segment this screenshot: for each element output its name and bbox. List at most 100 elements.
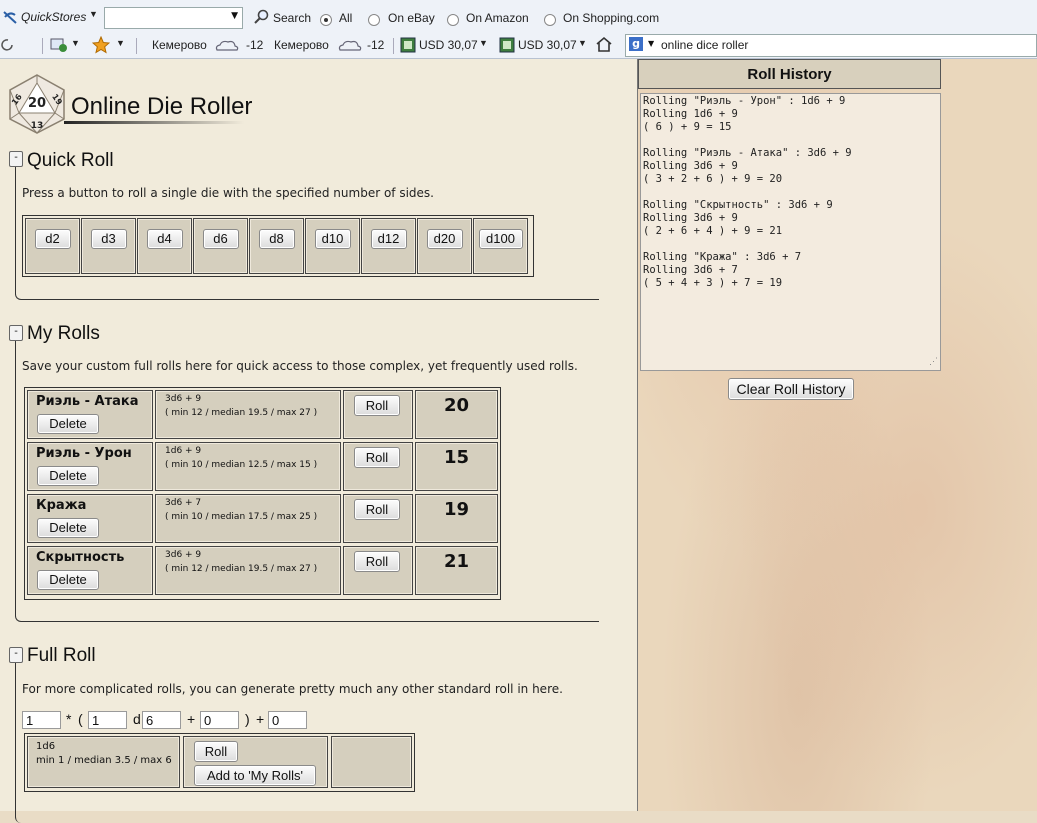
- web-search-query[interactable]: online dice roller: [661, 38, 748, 52]
- quick-roll-collapse-button[interactable]: -: [9, 151, 23, 167]
- weather-temp: -12: [367, 38, 385, 52]
- screenshot-icon[interactable]: [50, 37, 68, 56]
- full-roll-result-cell: [331, 736, 412, 788]
- weather-city[interactable]: Кемерово: [152, 38, 207, 52]
- roll-result: 20: [443, 395, 470, 416]
- roll-formula-cell: 3d6 + 7 ( min 10 / median 17.5 / max 25 ): [155, 494, 341, 543]
- history-line: [643, 134, 938, 147]
- roll-history-textarea[interactable]: Rolling "Риэль - Урон" : 1d6 + 9 Rolling …: [640, 93, 941, 371]
- currency-rate[interactable]: USD 30,07: [419, 38, 478, 52]
- full-roll-formula: 1d6: [36, 741, 56, 752]
- quickstores-brand[interactable]: QuickStores: [21, 10, 86, 24]
- quick-roll-description: Press a button to roll a single die with…: [22, 186, 434, 200]
- refresh-icon[interactable]: [0, 38, 14, 55]
- roll-formula: 1d6 + 9: [165, 446, 202, 456]
- roll-result: 21: [443, 551, 470, 572]
- roll-d2-button[interactable]: d2: [34, 229, 71, 249]
- currency-rate[interactable]: USD 30,07: [518, 38, 577, 52]
- delete-roll-button[interactable]: Delete: [37, 466, 99, 486]
- roll-formula: 3d6 + 9: [165, 550, 202, 560]
- roll-action-cell: Roll: [343, 390, 413, 439]
- history-line: Rolling "Риэль - Атака" : 3d6 + 9: [643, 147, 852, 159]
- google-icon[interactable]: g: [629, 37, 643, 51]
- roll-name-cell: Скрытность Delete: [27, 546, 153, 595]
- web-search-input[interactable]: g ▼ online dice roller: [625, 34, 1037, 57]
- history-line: Rolling 3d6 + 9: [643, 212, 738, 224]
- delete-roll-button[interactable]: Delete: [37, 414, 99, 434]
- chevron-down-icon[interactable]: ▼: [479, 38, 488, 48]
- history-line: ( 3 + 2 + 6 ) + 9 = 20: [643, 173, 783, 185]
- radio-ebay[interactable]: [368, 12, 380, 26]
- full-roll-collapse-button[interactable]: -: [9, 647, 23, 663]
- app-title: Online Die Roller: [71, 93, 253, 120]
- roll-d12-button[interactable]: d12: [370, 229, 407, 249]
- dice-cell: d6: [193, 218, 248, 274]
- outer-modifier-input[interactable]: 0: [268, 711, 307, 729]
- inner-modifier-input[interactable]: 0: [200, 711, 239, 729]
- dice-count-input[interactable]: 1: [88, 711, 127, 729]
- dice-sides-input[interactable]: 6: [142, 711, 181, 729]
- roll-d10-button[interactable]: d10: [314, 229, 351, 249]
- weather-temp: -12: [246, 38, 264, 52]
- full-roll-stats: min 1 / median 3.5 / max 6: [36, 755, 172, 766]
- my-rolls-collapse-button[interactable]: -: [9, 325, 23, 341]
- search-icon[interactable]: [253, 9, 269, 28]
- chevron-down-icon[interactable]: ▼: [71, 38, 80, 48]
- clear-roll-history-button[interactable]: Clear Roll History: [728, 378, 854, 400]
- plus-operator: +: [187, 711, 196, 727]
- search-button[interactable]: Search: [273, 11, 311, 25]
- roll-result: 15: [443, 447, 470, 468]
- roll-formula-cell: 3d6 + 9 ( min 12 / median 19.5 / max 27 ): [155, 546, 341, 595]
- roll-stats: ( min 10 / median 12.5 / max 15 ): [165, 460, 318, 470]
- chevron-down-icon[interactable]: ▼: [648, 39, 654, 48]
- close-paren: ): [245, 711, 250, 727]
- resize-grip-icon[interactable]: ⋰: [929, 356, 938, 369]
- roll-name-cell: Риэль - Атака Delete: [27, 390, 153, 439]
- chevron-down-icon[interactable]: ▼: [231, 11, 238, 21]
- roll-d4-button[interactable]: d4: [146, 229, 183, 249]
- roll-history-title: Roll History: [638, 59, 941, 89]
- store-search-input[interactable]: ▼: [104, 7, 243, 29]
- roll-name-cell: Кража Delete: [27, 494, 153, 543]
- delete-roll-button[interactable]: Delete: [37, 570, 99, 590]
- radio-shopping[interactable]: [544, 12, 556, 26]
- roll-button[interactable]: Roll: [354, 447, 400, 468]
- roll-name: Кража: [36, 498, 87, 513]
- toolbar-divider: [42, 38, 43, 54]
- open-paren: (: [78, 711, 83, 727]
- history-line: ( 2 + 6 + 4 ) + 9 = 21: [643, 225, 783, 237]
- chevron-down-icon[interactable]: ▼: [578, 38, 587, 48]
- radio-amazon[interactable]: [447, 12, 459, 26]
- roll-d8-button[interactable]: d8: [258, 229, 295, 249]
- roll-formula-cell: 3d6 + 9 ( min 12 / median 19.5 / max 27 ): [155, 390, 341, 439]
- delete-roll-button[interactable]: Delete: [37, 518, 99, 538]
- dice-cell: d100: [473, 218, 528, 274]
- toolbar-secondary: ▼ ▼ Кемерово -12 Кемерово -12 USD 30,07 …: [0, 33, 1037, 59]
- roll-d20-button[interactable]: d20: [426, 229, 463, 249]
- dice-cell: d20: [417, 218, 472, 274]
- roll-d3-button[interactable]: d3: [90, 229, 127, 249]
- svg-text:13: 13: [31, 121, 44, 131]
- roll-button[interactable]: Roll: [354, 499, 400, 520]
- roll-d100-button[interactable]: d100: [478, 229, 523, 249]
- roll-d6-button[interactable]: d6: [202, 229, 239, 249]
- roll-button[interactable]: Roll: [354, 395, 400, 416]
- weather-city[interactable]: Кемерово: [274, 38, 329, 52]
- d20-logo-icon: 20 16 19 13: [7, 73, 67, 138]
- dice-cell: d12: [361, 218, 416, 274]
- toolbar-divider: [136, 38, 137, 54]
- history-line: Rolling "Риэль - Урон" : 1d6 + 9: [643, 95, 846, 107]
- title-underline: [64, 121, 244, 124]
- chevron-down-icon[interactable]: ▼: [89, 9, 98, 19]
- multiplier-input[interactable]: 1: [22, 711, 61, 729]
- roll-formula: 3d6 + 9: [165, 394, 202, 404]
- bookmark-star-icon[interactable]: [91, 35, 111, 57]
- add-to-my-rolls-button[interactable]: Add to 'My Rolls': [194, 765, 316, 786]
- radio-all[interactable]: [320, 12, 332, 26]
- home-icon[interactable]: [595, 36, 613, 55]
- dice-cell: d3: [81, 218, 136, 274]
- chevron-down-icon[interactable]: ▼: [116, 38, 125, 48]
- toolbar-divider: [393, 38, 394, 54]
- full-roll-button[interactable]: Roll: [194, 741, 238, 762]
- roll-button[interactable]: Roll: [354, 551, 400, 572]
